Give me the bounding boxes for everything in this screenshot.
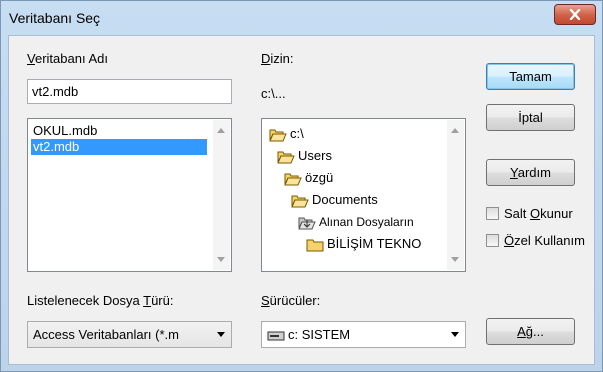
current-path: c:\... [261, 86, 286, 101]
exclusive-label: Özel Kullanım [504, 233, 585, 248]
close-button[interactable] [554, 4, 596, 25]
tree-item[interactable]: c:\ [269, 124, 304, 144]
folder-open-icon [284, 173, 302, 186]
directory-tree[interactable]: c:\ Users özgü Documents Alınan Dosyalar… [261, 118, 466, 272]
ok-button[interactable]: Tamam [486, 63, 575, 90]
drive-select[interactable]: c: SISTEM [261, 321, 466, 348]
tree-item[interactable]: Alınan Dosyaların [298, 212, 414, 232]
directory-scrollbar[interactable] [447, 120, 464, 270]
db-name-input[interactable]: vt2.mdb [27, 79, 232, 104]
directory-label: Dizin: [261, 51, 294, 66]
network-button[interactable]: Ağ... [486, 318, 575, 345]
list-item[interactable]: OKUL.mdb [31, 123, 99, 139]
scroll-up-icon[interactable] [451, 128, 459, 133]
readonly-checkbox[interactable] [486, 207, 499, 220]
scroll-down-icon[interactable] [217, 257, 225, 262]
db-file-list[interactable]: OKUL.mdb vt2.mdb [27, 118, 232, 272]
folder-open-icon [291, 195, 309, 208]
folder-open-icon [269, 129, 287, 142]
chevron-down-icon [451, 332, 459, 337]
cancel-button[interactable]: İptal [486, 104, 575, 131]
scroll-up-icon[interactable] [217, 128, 225, 133]
chevron-down-icon [217, 332, 225, 337]
title-bar[interactable]: Veritabanı Seç [1, 1, 602, 35]
exclusive-checkbox[interactable] [486, 234, 499, 247]
folder-open-icon [277, 151, 295, 164]
folder-closed-icon [306, 239, 324, 252]
dialog-window: Veritabanı Seç Veritabanı Adı vt2.mdb OK… [0, 0, 603, 372]
folder-download-icon [298, 217, 316, 230]
drive-value: c: SISTEM [288, 327, 351, 342]
close-icon [569, 9, 581, 20]
dialog-body: Veritabanı Adı vt2.mdb OKUL.mdb vt2.mdb … [8, 35, 595, 365]
tree-item[interactable]: Users [277, 146, 332, 166]
scroll-down-icon[interactable] [451, 257, 459, 262]
help-button[interactable]: Yardım [486, 159, 575, 186]
db-name-label: Veritabanı Adı [27, 51, 108, 66]
file-type-value: Access Veritabanları (*.m [33, 327, 179, 342]
drive-icon [267, 331, 285, 341]
tree-item[interactable]: Documents [291, 190, 378, 210]
drives-label: Sürücüler: [261, 293, 321, 308]
window-title: Veritabanı Seç [9, 10, 101, 26]
file-type-select[interactable]: Access Veritabanları (*.m [27, 321, 232, 348]
list-item-selected[interactable]: vt2.mdb [31, 139, 207, 155]
tree-item[interactable]: BİLİŞİM TEKNO [306, 234, 421, 254]
file-list-scrollbar[interactable] [213, 120, 230, 270]
tree-item[interactable]: özgü [284, 168, 333, 188]
file-type-label: Listelenecek Dosya Türü: [27, 293, 174, 308]
readonly-label: Salt Okunur [504, 206, 573, 221]
